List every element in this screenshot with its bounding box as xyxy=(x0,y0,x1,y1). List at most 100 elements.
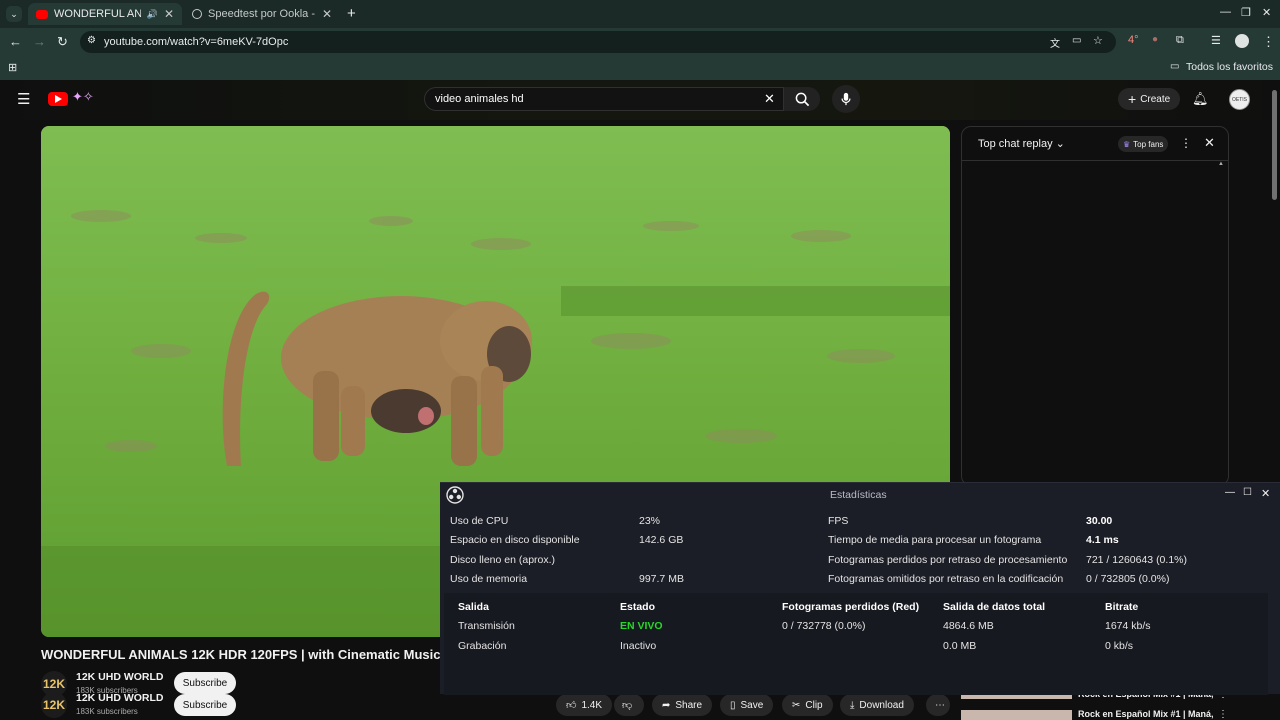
folder-icon: ▭ xyxy=(1170,61,1180,72)
chevron-down-icon: ⌄ xyxy=(1055,138,1065,150)
translate-icon[interactable]: 文 xyxy=(1050,35,1060,50)
tab-search-icon[interactable]: ⌄ xyxy=(6,6,22,22)
minimize-icon[interactable]: — xyxy=(1220,6,1231,18)
chat-title: Top chat replay xyxy=(978,138,1053,150)
related-more-icon[interactable]: ⋮ xyxy=(1218,709,1228,720)
channel-name[interactable]: 12K UHD WORLD xyxy=(76,692,164,704)
stat-value: 23% xyxy=(639,515,661,527)
top-fans-badge[interactable]: ♛ Top fans xyxy=(1118,136,1169,152)
like-button[interactable]: 👍︎ 1.4K xyxy=(556,694,612,716)
tab-speedtest[interactable]: Speedtest por Ookla - La ✕ xyxy=(184,3,340,25)
obs-close-icon[interactable]: ✕ xyxy=(1261,487,1270,500)
table-header: Estado xyxy=(620,601,656,613)
close-chat-icon[interactable]: ✕ xyxy=(1204,135,1215,151)
stat-value: 142.6 GB xyxy=(639,534,684,546)
extension-icon[interactable]: ● xyxy=(1152,34,1158,45)
address-bar[interactable]: ⚙ youtube.com/watch?v=6meKV-7dOpc 文 ▭ ☆ xyxy=(80,31,1116,53)
new-tab-icon[interactable]: + xyxy=(347,5,356,22)
extension-icon[interactable]: 4° xyxy=(1128,34,1139,46)
search-icon xyxy=(795,92,809,106)
site-info-icon[interactable]: ⚙ xyxy=(87,35,96,46)
download-button[interactable]: ⤓ Download xyxy=(840,694,914,716)
create-button[interactable]: + Create xyxy=(1118,88,1181,110)
hamburger-menu-icon[interactable]: ☰ xyxy=(17,90,30,108)
close-window-icon[interactable]: ✕ xyxy=(1262,6,1271,19)
dislike-button[interactable]: 👎︎ xyxy=(614,694,644,716)
live-chat-panel: Top chat replay ⌄ ♛ Top fans ⋮ ✕ ▲ xyxy=(961,126,1229,486)
clip-button[interactable]: ✂ Clip xyxy=(782,694,833,716)
save-button[interactable]: ▯ Save xyxy=(720,694,774,716)
thumbs-up-icon: 👍︎ xyxy=(566,700,577,711)
top-fans-label: Top fans xyxy=(1133,139,1164,149)
obs-maximize-icon[interactable]: ☐ xyxy=(1243,487,1252,498)
more-actions-button[interactable]: ⋯ xyxy=(926,694,950,716)
obs-minimize-icon[interactable]: — xyxy=(1225,487,1235,498)
search-button[interactable] xyxy=(784,87,820,111)
like-count: 1.4K xyxy=(581,699,603,711)
obs-logo-icon xyxy=(446,486,464,504)
profile-avatar-icon[interactable] xyxy=(1235,34,1249,48)
back-icon[interactable]: ← xyxy=(9,34,22,49)
table-cell: 0 / 732778 (0.0%) xyxy=(782,620,866,632)
menu-kebab-icon[interactable]: ⋮ xyxy=(1262,34,1275,50)
subscribe-button[interactable]: Subscribe xyxy=(174,694,236,716)
clear-search-icon[interactable]: ✕ xyxy=(764,91,775,107)
table-cell: Transmisión xyxy=(458,620,515,632)
channel-avatar-text: 12K xyxy=(42,698,65,712)
apps-grid-icon[interactable]: ⊞ xyxy=(8,61,17,74)
search-input[interactable]: video animales hd xyxy=(424,87,784,111)
restore-icon[interactable]: ❐ xyxy=(1241,6,1251,19)
crown-icon: ♛ xyxy=(1123,139,1131,149)
table-cell: 0.0 MB xyxy=(943,640,977,652)
create-label: Create xyxy=(1140,93,1171,105)
download-icon: ⤓ xyxy=(850,699,855,711)
close-tab-icon[interactable]: ✕ xyxy=(322,7,332,21)
stat-label: Uso de memoria xyxy=(450,573,528,585)
close-tab-icon[interactable]: ✕ xyxy=(164,7,174,21)
stat-value: 0 / 732805 (0.0%) xyxy=(1086,573,1170,585)
related-thumbnail[interactable] xyxy=(961,710,1072,720)
browser-toolbar: ← → ↻ ⚙ youtube.com/watch?v=6meKV-7dOpc … xyxy=(0,28,1280,56)
youtube-favicon-icon xyxy=(36,9,48,19)
related-title[interactable]: Rock en Español Mix #1 | Maná, xyxy=(1078,709,1214,719)
chat-mode-dropdown[interactable]: Top chat replay ⌄ xyxy=(978,137,1065,150)
avatar-text: OETIS xyxy=(1231,96,1247,103)
speaker-icon[interactable]: 🔊 xyxy=(147,9,158,20)
share-icon: ➦ xyxy=(662,699,671,711)
stat-label: Fotogramas omitidos por retraso en la co… xyxy=(828,573,1064,585)
tab-youtube[interactable]: WONDERFUL ANIMA 🔊 ✕ xyxy=(28,3,182,25)
download-label: Download xyxy=(859,699,904,711)
stat-label: Fotogramas perdidos por retraso de proce… xyxy=(828,554,1068,566)
reload-icon[interactable]: ↻ xyxy=(57,34,68,50)
voice-search-button[interactable] xyxy=(832,85,860,113)
obs-title-bar[interactable]: Estadísticas — ☐ ✕ xyxy=(440,483,1280,507)
tab-title: Speedtest por Ookla - La xyxy=(208,8,316,20)
save-label: Save xyxy=(740,699,764,711)
stat-value: 997.7 MB xyxy=(639,573,684,585)
table-cell: 1674 kb/s xyxy=(1105,620,1151,632)
notifications-bell-icon[interactable]: 🔔︎ xyxy=(1192,91,1209,107)
stat-label: FPS xyxy=(828,515,849,527)
page-scrollbar[interactable] xyxy=(1272,90,1277,200)
cast-icon[interactable]: ▭ xyxy=(1072,35,1081,46)
chat-more-icon[interactable]: ⋮ xyxy=(1180,136,1192,150)
channel-name[interactable]: 12K UHD WORLD xyxy=(76,671,164,683)
table-header: Salida de datos total xyxy=(943,601,1046,613)
more-horizontal-icon: ⋯ xyxy=(935,699,945,711)
live-status: EN VIVO xyxy=(620,620,663,632)
account-avatar[interactable]: OETIS xyxy=(1229,89,1250,110)
forward-icon[interactable]: → xyxy=(33,34,46,49)
channel-avatar[interactable]: 12K xyxy=(41,692,67,718)
subscribe-button[interactable]: Subscribe xyxy=(174,672,236,694)
stat-label: Espacio en disco disponible xyxy=(450,534,580,546)
youtube-logo[interactable] xyxy=(48,92,68,106)
doodle-sparkle-icon: ✦✧ xyxy=(72,89,94,104)
extensions-puzzle-icon[interactable]: ⧉ xyxy=(1176,34,1184,47)
chat-scroll-up-icon[interactable]: ▲ xyxy=(1218,161,1224,167)
bookmark-star-icon[interactable]: ☆ xyxy=(1093,34,1103,47)
clip-label: Clip xyxy=(805,699,823,711)
all-bookmarks-link[interactable]: Todos los favoritos xyxy=(1186,61,1273,73)
stat-label: Disco lleno en (aprox.) xyxy=(450,554,556,566)
share-button[interactable]: ➦ Share xyxy=(652,694,713,716)
media-control-icon[interactable]: ☰ xyxy=(1211,34,1221,47)
